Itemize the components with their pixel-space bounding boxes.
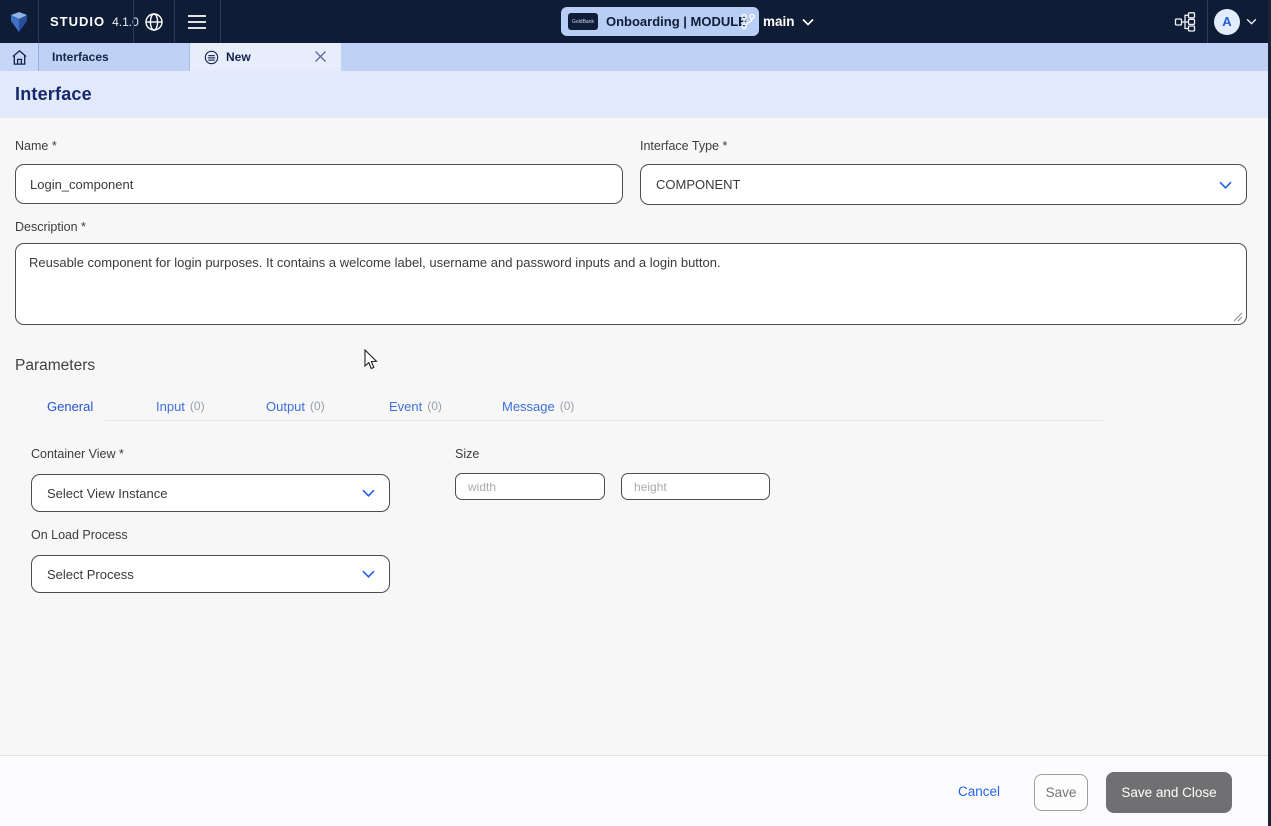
on-load-process-value: Select Process [47,567,134,582]
branch-selector[interactable]: main [740,0,814,43]
description-label: Description * [15,220,86,234]
on-load-process-label: On Load Process [31,528,128,542]
home-icon [11,49,28,66]
interface-type-label: Interface Type * [640,139,727,153]
size-label: Size [455,447,479,461]
branch-name: main [763,14,795,29]
git-branch-icon [740,13,756,30]
chevron-down-icon [1219,181,1232,189]
tab-message[interactable]: Message (0) [502,396,574,416]
app-name: STUDIO [50,14,105,29]
app-logo[interactable] [0,0,38,43]
chevron-down-icon [1246,18,1257,25]
container-view-select[interactable]: Select View Instance [31,474,390,512]
hamburger-menu-icon [187,14,207,30]
tab-count: (0) [427,399,442,413]
tab-label: General [47,399,93,414]
hierarchy-button[interactable] [1163,0,1207,43]
user-menu[interactable]: A [1214,0,1257,43]
tab-input[interactable]: Input (0) [156,396,205,416]
name-input[interactable] [15,164,623,204]
tab-new[interactable]: New [190,43,341,71]
gem-logo-icon [8,11,30,33]
interface-type-select[interactable]: COMPONENT [640,164,1247,205]
container-view-label: Container View * [31,447,124,461]
tabs-divider [105,420,1103,421]
size-width-input[interactable] [455,473,605,500]
tab-count: (0) [310,399,325,413]
avatar: A [1214,9,1240,35]
cancel-link[interactable]: Cancel [958,784,1000,799]
tab-label: New [226,50,251,64]
tab-interfaces[interactable]: Interfaces [39,43,190,71]
tab-label: Output [266,399,305,414]
mouse-cursor-icon [364,349,379,371]
topbar-divider [38,0,39,43]
interface-type-value: COMPONENT [656,177,741,192]
tab-event[interactable]: Event (0) [389,396,442,416]
chevron-down-icon [362,489,375,497]
tab-count: (0) [190,399,205,413]
on-load-process-select[interactable]: Select Process [31,555,390,593]
close-icon[interactable] [314,50,327,63]
topbar-divider [220,0,221,43]
tab-general[interactable]: General [47,396,93,416]
page-header: Interface [0,71,1271,118]
size-height-input[interactable] [621,473,770,500]
description-textarea[interactable]: Reusable component for login purposes. I… [15,243,1247,325]
container-view-value: Select View Instance [47,486,167,501]
topbar-divider [1207,0,1208,43]
save-and-close-button[interactable]: Save and Close [1106,772,1232,813]
chevron-down-icon [362,570,375,578]
chevron-down-icon [802,18,814,26]
app-brand: STUDIO 4.1.0 [50,0,139,43]
module-badge-label: Onboarding | MODULE [606,14,747,29]
globe-icon [144,12,164,32]
tab-label: Event [389,399,422,414]
main-menu-button[interactable] [174,0,220,43]
tab-output[interactable]: Output (0) [266,396,325,416]
module-badge[interactable]: GoldBank Onboarding | MODULE [561,7,759,36]
tab-label: Input [156,399,185,414]
tab-count: (0) [560,399,575,413]
name-label: Name * [15,139,57,153]
sitemap-icon [1174,12,1196,32]
tab-label: Message [502,399,555,414]
parameters-heading: Parameters [15,357,95,375]
module-logo: GoldBank [568,13,598,30]
interface-icon [204,50,219,65]
save-button[interactable]: Save [1034,774,1088,811]
top-bar: STUDIO 4.1.0 GoldBank Onboarding | MODUL… [0,0,1271,43]
tab-bar: Interfaces New [0,43,1271,71]
home-button[interactable] [0,43,39,71]
page-title: Interface [15,71,92,118]
tab-label: Interfaces [52,50,109,64]
language-button[interactable] [133,0,174,43]
